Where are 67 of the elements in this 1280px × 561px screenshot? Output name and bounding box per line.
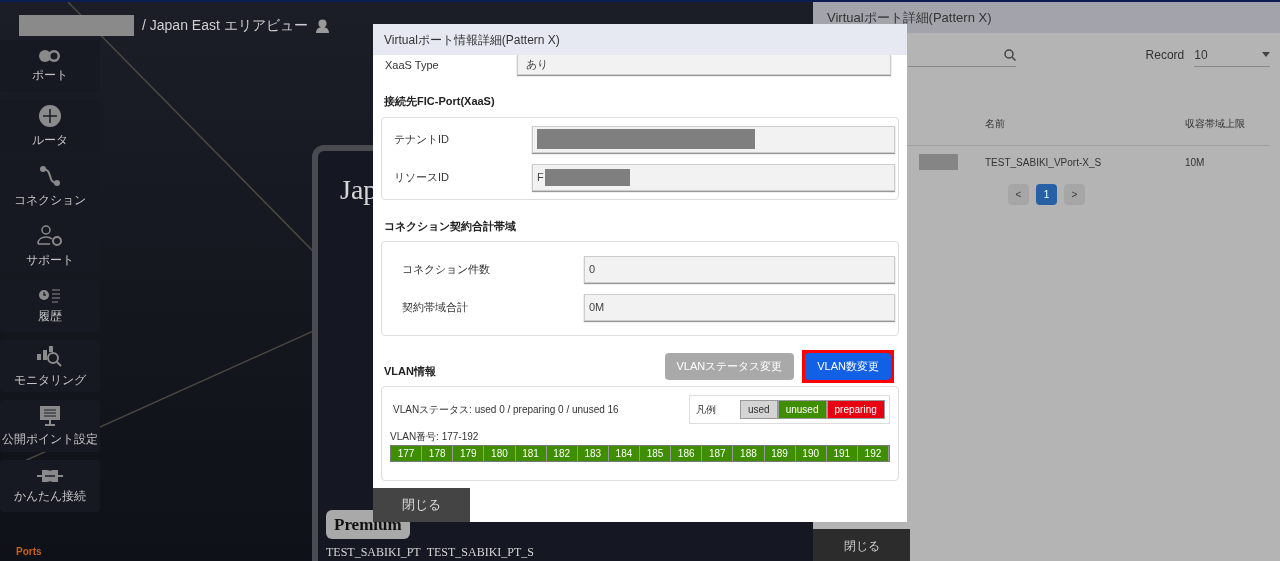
- vlan-button[interactable]: VLAN数変更: [805, 353, 891, 380]
- sidebar-item[interactable]: 履歴: [0, 280, 100, 332]
- vlan-cell: 187: [702, 446, 734, 461]
- vlan-cell: 185: [640, 446, 672, 461]
- breadcrumb: / Japan East エリアビュー: [142, 16, 308, 35]
- legend-chip: used: [740, 400, 778, 419]
- legend-chip: preparing: [826, 400, 885, 419]
- field-label: 契約帯域合計: [402, 300, 469, 316]
- text-field[interactable]: 0: [584, 256, 895, 283]
- vlan-cell: 182: [546, 446, 578, 461]
- vlan-cell: 178: [422, 446, 454, 461]
- page-button[interactable]: >: [1064, 184, 1085, 205]
- close-button[interactable]: 閉じる: [813, 529, 910, 561]
- field-label: コネクション件数: [402, 262, 491, 278]
- search-icon: [1003, 48, 1016, 61]
- text-field[interactable]: 0M: [584, 294, 895, 321]
- section-label: Ports: [16, 545, 43, 559]
- column-header: 収容帯域上限: [1185, 116, 1245, 131]
- column-header: 名前: [985, 116, 1006, 131]
- page-button[interactable]: 1: [1036, 184, 1057, 205]
- vlan-cell: 190: [795, 446, 827, 461]
- vlan-range-label: VLAN番号: 177-192: [390, 430, 480, 444]
- vlan-cell: 192: [857, 446, 889, 461]
- vlan-cell: 180: [484, 446, 516, 461]
- vlan-cell: 188: [733, 446, 765, 461]
- sidebar-item[interactable]: 公開ポイント設定: [0, 400, 100, 452]
- chart-search-icon: [37, 345, 63, 367]
- section-heading: 接続先FIC-Port(XaaS): [383, 94, 496, 109]
- sidebar-item[interactable]: ポート: [0, 40, 100, 92]
- vlan-cell: 183: [577, 446, 609, 461]
- legend-chip: unused: [777, 400, 827, 419]
- close-button[interactable]: 閉じる: [373, 488, 470, 522]
- table-cell-text: TEST_SABIKI_VPort-X_S: [985, 155, 1103, 170]
- user-icon: [315, 18, 329, 33]
- vlan-cell: 189: [764, 446, 796, 461]
- sidebar-item[interactable]: かんたん接続: [0, 460, 100, 512]
- vlan-cell: 181: [515, 446, 547, 461]
- vlan-cell: 179: [453, 446, 485, 461]
- field-label: リソースID: [394, 169, 450, 185]
- port-name: TEST_SABIKI_PT: [326, 544, 421, 561]
- section-heading: VLAN情報: [383, 364, 436, 380]
- table-cell-text: 10M: [1185, 155, 1205, 170]
- legend-title: 凡例: [696, 403, 717, 417]
- clock-list-icon: [39, 289, 61, 303]
- text-field[interactable]: F: [532, 163, 895, 191]
- caret-icon: [1262, 52, 1270, 57]
- modal-title: Virtualポート情報詳細(Pattern X): [384, 31, 560, 49]
- vlan-cell: 177: [391, 446, 423, 461]
- record-label: Record: [1145, 47, 1185, 64]
- field-label: テナントID: [394, 131, 450, 147]
- vlan-cell: 184: [608, 446, 640, 461]
- monitor-icon: [40, 406, 60, 426]
- plug-icon: [37, 469, 63, 483]
- port-name: TEST_SABIKI_PT_S: [426, 544, 534, 561]
- vlan-status-text: VLANステータス: used 0 / preparing 0 / unused 16: [392, 403, 619, 417]
- connection-icon: [39, 165, 61, 187]
- record-select[interactable]: 10: [1194, 43, 1270, 67]
- page-button[interactable]: <: [1008, 184, 1029, 205]
- vlan-cell: 191: [826, 446, 858, 461]
- panel-title: Virtualポート詳細(Pattern X): [827, 8, 992, 27]
- text-field[interactable]: あり: [517, 55, 891, 75]
- text-field[interactable]: [532, 125, 895, 153]
- sidebar-item[interactable]: モニタリング: [0, 340, 100, 392]
- toggle-icon: [39, 50, 61, 62]
- vlan-cell: 186: [671, 446, 703, 461]
- section-heading: コネクション契約合計帯域: [383, 218, 517, 234]
- field-label: XaaS Type: [384, 57, 440, 73]
